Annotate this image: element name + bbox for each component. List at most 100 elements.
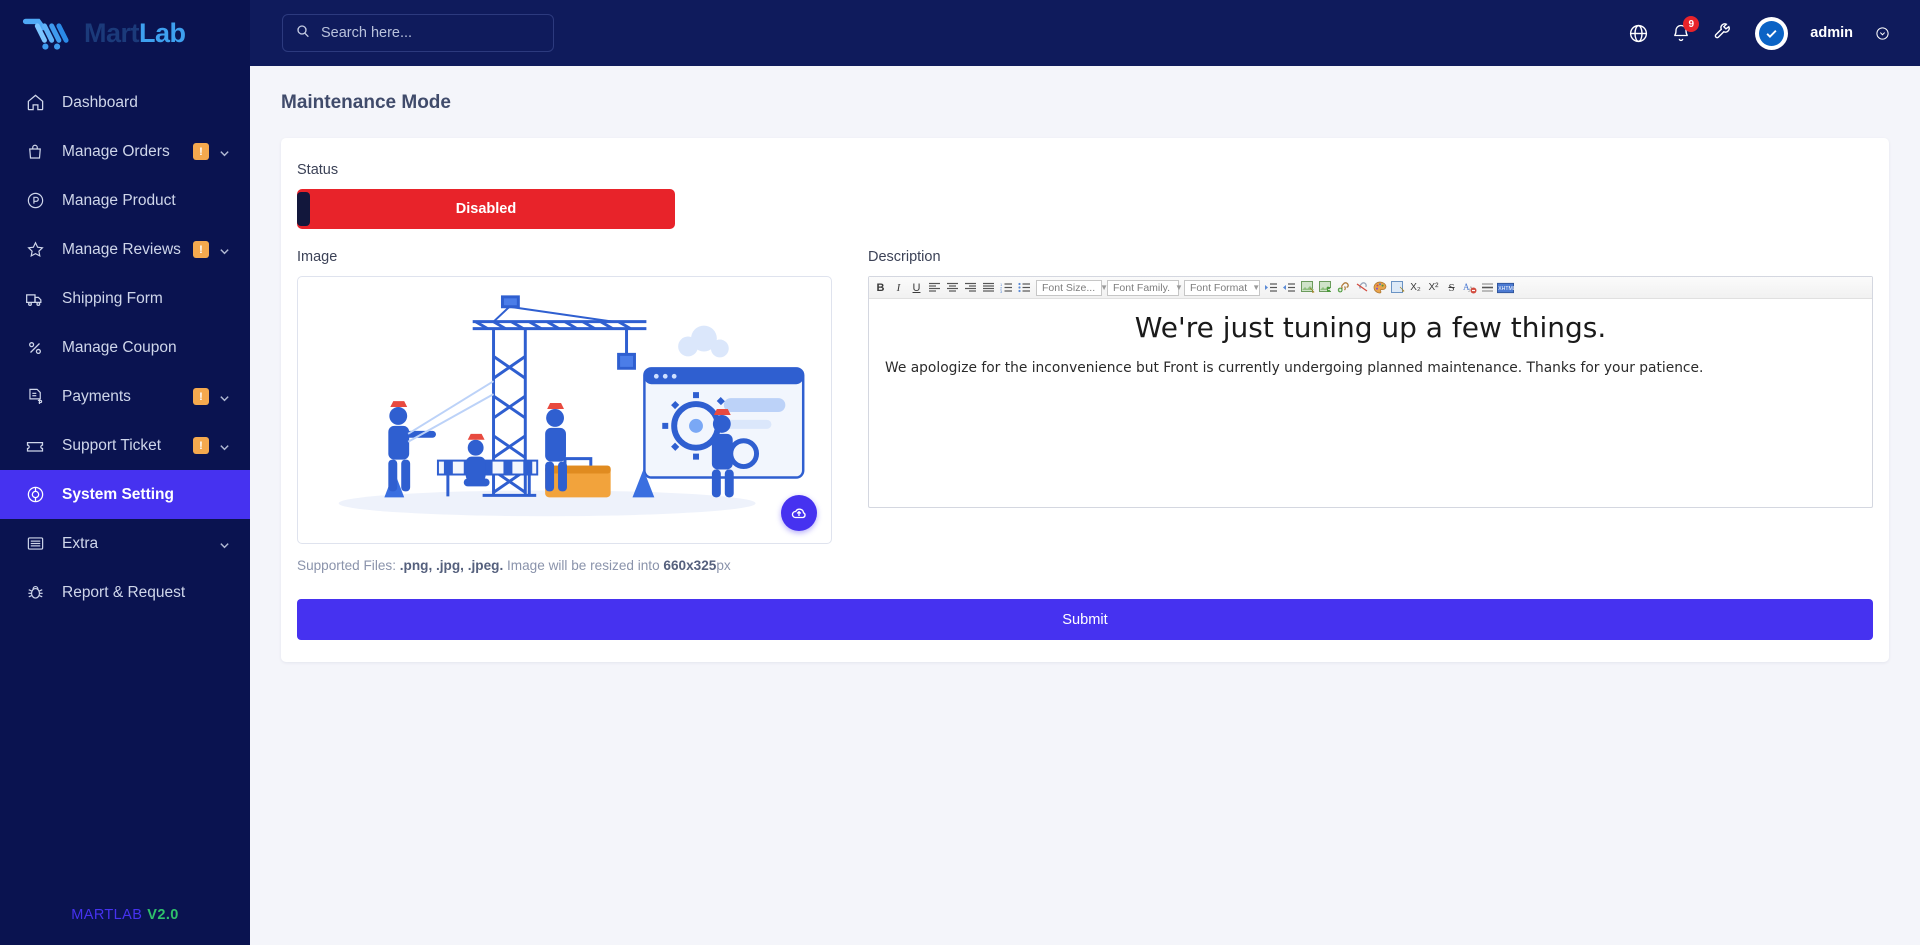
brand-name-second: Lab xyxy=(139,17,186,48)
image-label: Image xyxy=(297,249,338,265)
sidebar-item-manage-coupon[interactable]: Manage Coupon xyxy=(0,323,250,372)
sidebar-item-label: Manage Reviews xyxy=(62,240,181,258)
sidebar-item-report-request[interactable]: Report & Request xyxy=(0,568,250,617)
page-content: Maintenance Mode Status Disabled Image S… xyxy=(250,66,1920,945)
maintenance-toggle[interactable]: Disabled xyxy=(297,189,675,229)
toggle-knob[interactable] xyxy=(297,192,310,226)
user-name[interactable]: admin xyxy=(1810,25,1853,41)
chevron-down-icon[interactable] xyxy=(1875,26,1890,41)
sidebar-item-shipping-form[interactable]: Shipping Form xyxy=(0,274,250,323)
home-icon xyxy=(24,92,46,114)
avatar[interactable] xyxy=(1755,16,1789,50)
footer-version: V2.0 xyxy=(147,907,179,923)
font-family-select[interactable]: Font Family. ▼ xyxy=(1107,279,1183,296)
truck-icon xyxy=(24,288,46,310)
chevron-down-icon[interactable] xyxy=(219,440,230,451)
align-justify-icon[interactable] xyxy=(980,279,997,297)
italic-button[interactable]: I xyxy=(890,279,907,297)
font-size-label: Font Size... xyxy=(1042,281,1096,294)
search-input[interactable] xyxy=(321,25,521,41)
chevron-down-icon[interactable] xyxy=(219,244,230,255)
sidebar-item-system-setting[interactable]: System Setting xyxy=(0,470,250,519)
sidebar-item-label: Support Ticket xyxy=(62,436,162,454)
bug-icon xyxy=(24,582,46,604)
brand-logo-area[interactable]: MartLab xyxy=(0,0,250,66)
sidebar-alert-badge: ! xyxy=(193,241,209,258)
ordered-list-icon[interactable]: 123 xyxy=(998,279,1015,297)
sidebar: MartLab Dashboard Manage Orders ! Manage… xyxy=(0,0,250,945)
strikethrough-button[interactable]: S xyxy=(1443,279,1460,297)
maintenance-illustration xyxy=(338,295,805,517)
sidebar-item-label: Manage Product xyxy=(62,191,176,209)
unlink-icon[interactable] xyxy=(1353,279,1370,297)
outdent-icon[interactable] xyxy=(1281,279,1298,297)
check-badge-icon xyxy=(1759,20,1785,46)
edit-icon[interactable] xyxy=(1389,279,1406,297)
note-suffix: px xyxy=(716,558,731,573)
image-export-icon[interactable] xyxy=(1317,279,1334,297)
horizontal-rule-icon[interactable] xyxy=(1479,279,1496,297)
brand-name: MartLab xyxy=(84,18,186,49)
submit-button[interactable]: Submit xyxy=(297,599,1873,640)
sidebar-item-manage-reviews[interactable]: Manage Reviews ! xyxy=(0,225,250,274)
unordered-list-icon[interactable] xyxy=(1016,279,1033,297)
status-field: Status Disabled xyxy=(297,162,1873,229)
subscript-button[interactable]: X₂ xyxy=(1407,279,1424,297)
page-title: Maintenance Mode xyxy=(281,92,451,113)
bold-button[interactable]: B xyxy=(872,279,889,297)
align-right-icon[interactable] xyxy=(962,279,979,297)
sidebar-item-label: Manage Orders xyxy=(62,142,170,160)
star-icon xyxy=(24,239,46,261)
font-format-select[interactable]: Font Format ▼ xyxy=(1184,279,1260,296)
sidebar-item-manage-product[interactable]: Manage Product xyxy=(0,176,250,225)
maintenance-card: Status Disabled Image Supported Files: .… xyxy=(281,138,1889,662)
editor-heading: We're just tuning up a few things. xyxy=(1134,311,1607,344)
font-size-select[interactable]: Font Size... ▼ xyxy=(1036,279,1108,296)
remove-format-icon[interactable]: AA xyxy=(1461,279,1478,297)
sidebar-alert-badge: ! xyxy=(193,143,209,160)
color-palette-icon[interactable] xyxy=(1371,279,1388,297)
percent-icon xyxy=(24,337,46,359)
sidebar-alert-badge: ! xyxy=(193,388,209,405)
notification-count-badge: 9 xyxy=(1683,16,1700,32)
indent-icon[interactable] xyxy=(1263,279,1280,297)
image-description-row: Image Supported Files: .png, .jpg, .jpeg… xyxy=(297,249,1873,573)
sidebar-item-dashboard[interactable]: Dashboard xyxy=(0,78,250,127)
bag-icon xyxy=(24,141,46,163)
sidebar-item-payments[interactable]: Payments ! xyxy=(0,372,250,421)
sidebar-item-support-ticket[interactable]: Support Ticket ! xyxy=(0,421,250,470)
search-box[interactable] xyxy=(282,14,554,52)
note-prefix: Supported Files: xyxy=(297,558,400,573)
globe-icon[interactable] xyxy=(1628,23,1649,44)
editor-paragraph: We apologize for the inconvenience but F… xyxy=(885,360,1704,376)
superscript-button[interactable]: X² xyxy=(1425,279,1442,297)
status-badge: Disabled xyxy=(455,201,517,217)
image-icon[interactable] xyxy=(1299,279,1316,297)
bell-icon[interactable]: 9 xyxy=(1671,16,1700,43)
image-preview[interactable] xyxy=(297,276,832,544)
sidebar-item-manage-orders[interactable]: Manage Orders ! xyxy=(0,127,250,176)
editor-content[interactable]: We're just tuning up a few things. We ap… xyxy=(869,299,1872,507)
underline-button[interactable]: U xyxy=(908,279,925,297)
link-icon[interactable] xyxy=(1335,279,1352,297)
sidebar-footer: MARTLAB V2.0 xyxy=(0,885,250,945)
ticket-icon xyxy=(24,435,46,457)
source-xhtml-button[interactable]: XHTML xyxy=(1497,279,1514,297)
sidebar-item-label: Extra xyxy=(62,534,99,552)
wrench-icon[interactable] xyxy=(1713,23,1733,43)
description-label: Description xyxy=(868,249,941,265)
chevron-down-icon[interactable] xyxy=(219,538,230,549)
font-family-label: Font Family. xyxy=(1113,281,1170,294)
chevron-down-icon[interactable] xyxy=(219,146,230,157)
chevron-down-icon: ▼ xyxy=(1174,283,1183,292)
footer-app-name: MARTLAB xyxy=(71,907,143,923)
status-label: Status xyxy=(297,162,339,178)
sidebar-item-extra[interactable]: Extra xyxy=(0,519,250,568)
chevron-down-icon[interactable] xyxy=(219,391,230,402)
align-center-icon[interactable] xyxy=(944,279,961,297)
align-left-icon[interactable] xyxy=(926,279,943,297)
note-size: 660x325 xyxy=(663,558,717,573)
image-column: Image Supported Files: .png, .jpg, .jpeg… xyxy=(297,249,832,573)
cloud-upload-button[interactable] xyxy=(781,495,817,531)
rich-text-editor[interactable]: B I U 123 Font Size... ▼ Font Family. ▼ … xyxy=(868,276,1873,508)
